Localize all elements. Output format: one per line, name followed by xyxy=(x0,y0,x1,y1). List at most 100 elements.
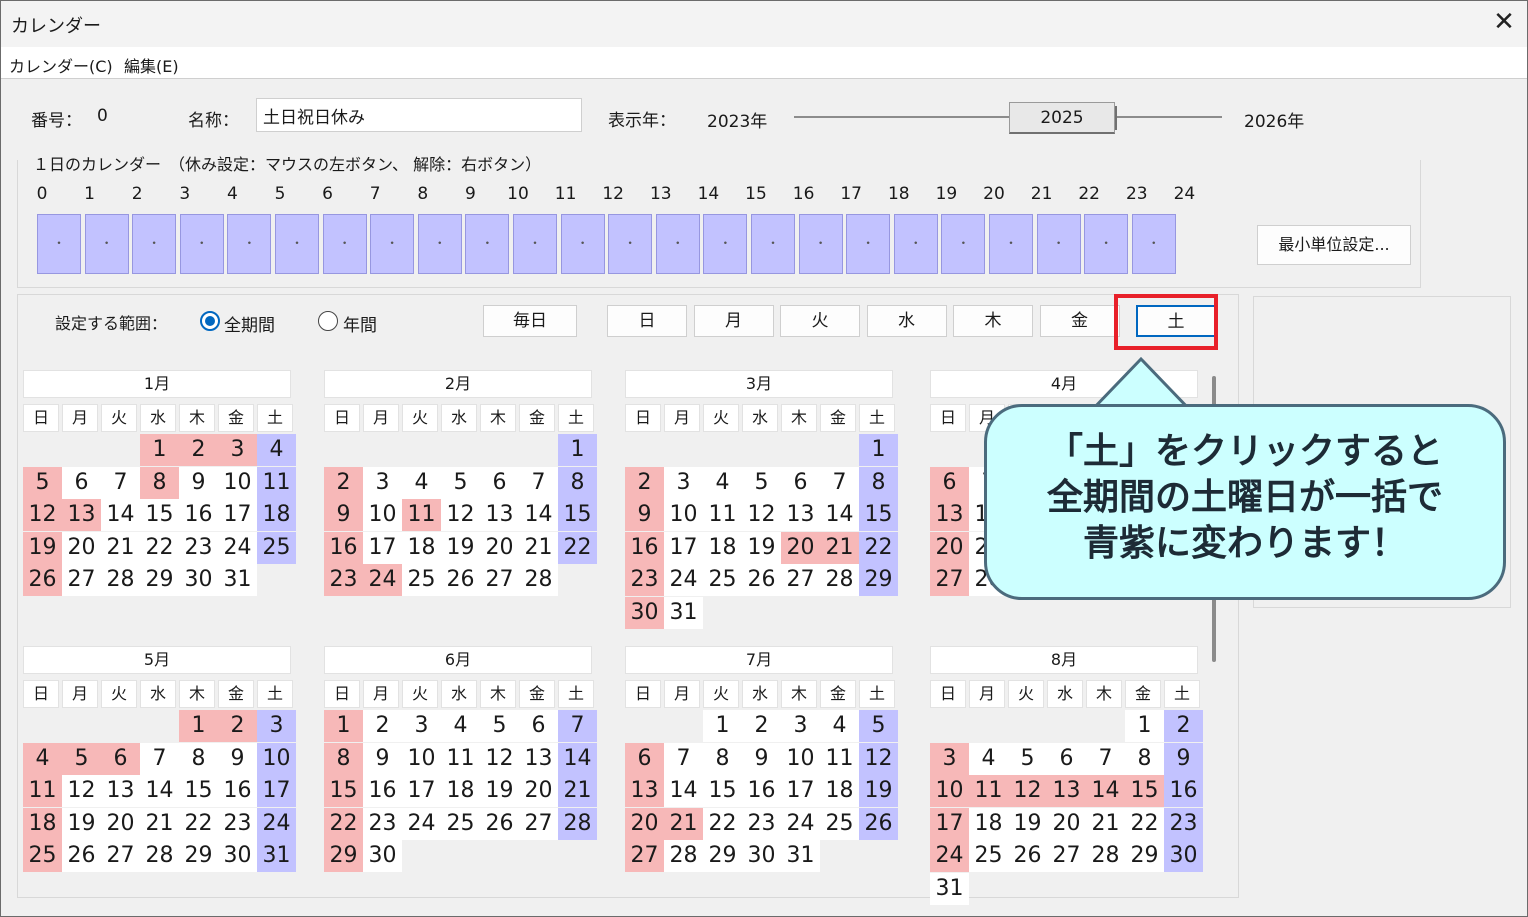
day-cell[interactable]: 25 xyxy=(441,807,480,840)
day-cell[interactable]: 12 xyxy=(62,775,101,807)
day-cell[interactable]: 22 xyxy=(859,531,898,564)
day-cell[interactable]: 4 xyxy=(969,742,1008,775)
day-cell[interactable]: 29 xyxy=(179,840,218,872)
day-cell[interactable]: 30 xyxy=(218,840,257,872)
day-cell[interactable]: 19 xyxy=(441,531,480,564)
day-cell[interactable]: 12 xyxy=(480,742,519,775)
day-cell[interactable]: 5 xyxy=(859,710,898,742)
day-cell[interactable]: 27 xyxy=(930,564,969,596)
day-cell[interactable]: 8 xyxy=(324,742,363,775)
day-cell[interactable]: 23 xyxy=(363,807,402,840)
day-cell[interactable]: 14 xyxy=(820,499,859,531)
day-cell[interactable]: 28 xyxy=(101,564,140,596)
day-cell[interactable]: 4 xyxy=(441,710,480,742)
day-cell[interactable]: 17 xyxy=(402,775,441,807)
day-cell[interactable]: 9 xyxy=(742,742,781,775)
day-cell[interactable]: 11 xyxy=(441,742,480,775)
hour-cell[interactable]: ・ xyxy=(179,214,224,274)
day-cell[interactable]: 14 xyxy=(519,499,558,531)
day-cell[interactable]: 3 xyxy=(218,434,257,466)
day-cell[interactable]: 8 xyxy=(558,466,597,499)
hour-cell[interactable]: ・ xyxy=(1036,214,1081,274)
day-cell[interactable]: 15 xyxy=(324,775,363,807)
day-cell[interactable]: 7 xyxy=(820,466,859,499)
day-cell[interactable]: 11 xyxy=(402,499,441,531)
day-cell[interactable]: 18 xyxy=(703,531,742,564)
day-cell[interactable]: 16 xyxy=(363,775,402,807)
day-cell[interactable]: 20 xyxy=(519,775,558,807)
day-cell[interactable]: 16 xyxy=(218,775,257,807)
day-cell[interactable]: 7 xyxy=(558,710,597,742)
day-cell[interactable]: 16 xyxy=(742,775,781,807)
day-cell[interactable]: 5 xyxy=(480,710,519,742)
day-cell[interactable]: 19 xyxy=(1008,807,1047,840)
day-cell[interactable]: 17 xyxy=(363,531,402,564)
day-cell[interactable]: 12 xyxy=(742,499,781,531)
day-cell[interactable]: 10 xyxy=(930,775,969,807)
day-cell[interactable]: 6 xyxy=(480,466,519,499)
day-cell[interactable]: 22 xyxy=(324,807,363,840)
min-unit-button[interactable]: 最小単位設定... xyxy=(1257,225,1411,265)
day-cell[interactable]: 7 xyxy=(664,742,703,775)
friday-button[interactable]: 金 xyxy=(1039,305,1120,337)
hour-cell[interactable]: ・ xyxy=(275,214,319,274)
day-cell[interactable]: 5 xyxy=(441,466,480,499)
day-cell[interactable]: 1 xyxy=(859,434,898,466)
day-cell[interactable]: 29 xyxy=(324,840,363,872)
day-cell[interactable]: 17 xyxy=(257,775,296,807)
hour-cell[interactable]: ・ xyxy=(417,214,462,274)
hour-cell[interactable]: ・ xyxy=(798,214,843,274)
day-cell[interactable]: 25 xyxy=(257,531,296,564)
day-cell[interactable]: 27 xyxy=(625,840,664,872)
day-cell[interactable]: 19 xyxy=(859,775,898,807)
day-cell[interactable]: 26 xyxy=(859,807,898,840)
day-cell[interactable]: 12 xyxy=(23,499,62,531)
day-cell[interactable]: 22 xyxy=(703,807,742,840)
day-cell[interactable]: 25 xyxy=(969,840,1008,872)
hour-cell[interactable]: ・ xyxy=(1084,214,1129,274)
day-cell[interactable]: 28 xyxy=(519,564,558,596)
day-cell[interactable]: 11 xyxy=(969,775,1008,807)
day-cell[interactable]: 18 xyxy=(23,807,62,840)
day-cell[interactable]: 4 xyxy=(820,710,859,742)
day-cell[interactable]: 19 xyxy=(62,807,101,840)
year-slider-thumb[interactable]: 2025 xyxy=(1009,102,1115,134)
hour-cell[interactable]: ・ xyxy=(703,214,748,274)
day-cell[interactable]: 3 xyxy=(930,742,969,775)
day-cell[interactable]: 7 xyxy=(519,466,558,499)
day-cell[interactable]: 4 xyxy=(402,466,441,499)
day-cell[interactable]: 16 xyxy=(179,499,218,531)
day-cell[interactable]: 14 xyxy=(140,775,179,807)
day-cell[interactable]: 15 xyxy=(703,775,742,807)
day-cell[interactable]: 1 xyxy=(324,710,363,742)
day-cell[interactable]: 5 xyxy=(1008,742,1047,775)
day-cell[interactable]: 18 xyxy=(441,775,480,807)
hour-cell[interactable]: ・ xyxy=(37,214,81,274)
day-cell[interactable]: 14 xyxy=(558,742,597,775)
day-cell[interactable]: 15 xyxy=(1125,775,1164,807)
sunday-button[interactable]: 日 xyxy=(607,305,687,337)
day-cell[interactable]: 21 xyxy=(558,775,597,807)
day-cell[interactable]: 11 xyxy=(703,499,742,531)
day-cell[interactable]: 18 xyxy=(257,499,296,531)
hour-cell[interactable]: ・ xyxy=(893,214,938,274)
day-cell[interactable]: 9 xyxy=(1164,742,1203,775)
day-cell[interactable]: 27 xyxy=(1047,840,1086,872)
day-cell[interactable]: 21 xyxy=(101,531,140,564)
day-cell[interactable]: 6 xyxy=(62,466,101,499)
day-cell[interactable]: 15 xyxy=(140,499,179,531)
day-cell[interactable]: 23 xyxy=(1164,807,1203,840)
day-cell[interactable]: 8 xyxy=(703,742,742,775)
day-cell[interactable]: 11 xyxy=(23,775,62,807)
day-cell[interactable]: 22 xyxy=(140,531,179,564)
day-cell[interactable]: 26 xyxy=(23,564,62,596)
hour-cell[interactable]: ・ xyxy=(608,214,653,274)
day-cell[interactable]: 1 xyxy=(1125,710,1164,742)
day-cell[interactable]: 17 xyxy=(930,807,969,840)
day-cell[interactable]: 5 xyxy=(23,466,62,499)
day-cell[interactable]: 3 xyxy=(257,710,296,742)
day-cell[interactable]: 16 xyxy=(324,531,363,564)
day-cell[interactable]: 31 xyxy=(664,596,703,629)
day-cell[interactable]: 28 xyxy=(558,807,597,840)
day-cell[interactable]: 9 xyxy=(625,499,664,531)
